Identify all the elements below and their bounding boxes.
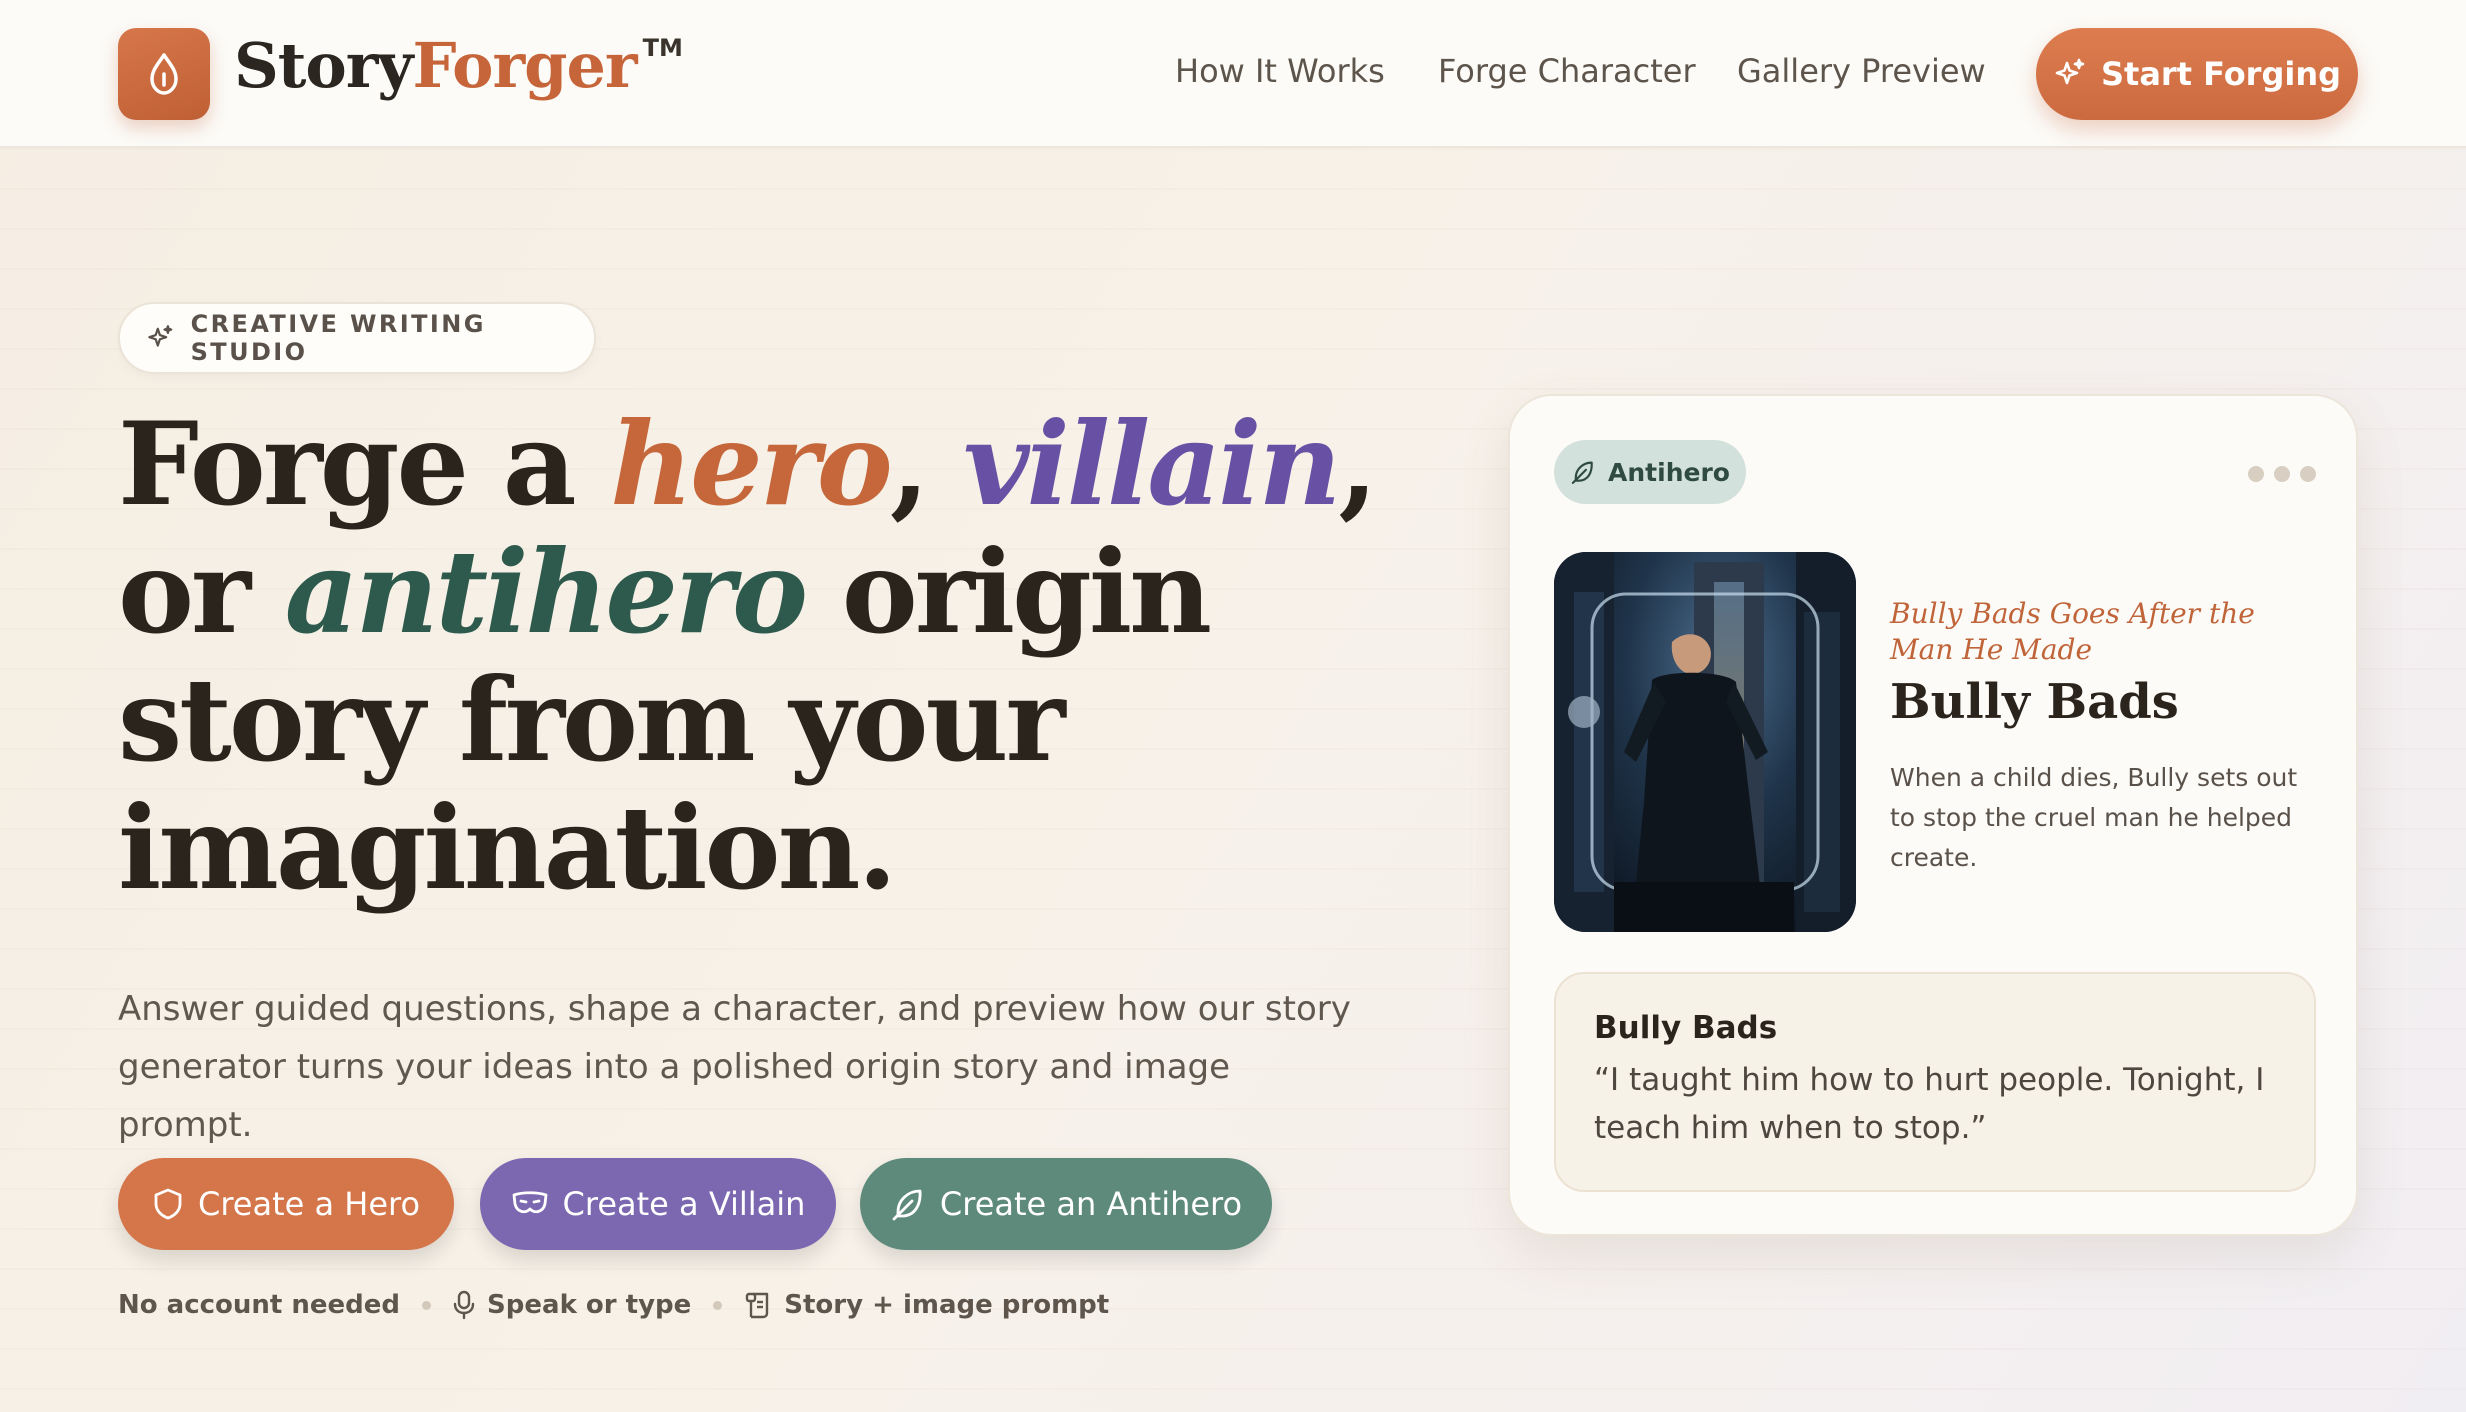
headline-antihero-word: antihero bbox=[284, 525, 808, 659]
story-preview-card: Antihero Bully Bads Goes After the Man H… bbox=[1508, 394, 2358, 1236]
note-speak-or-type: Speak or type bbox=[487, 1290, 692, 1320]
brand-logo[interactable]: StoryForger TM bbox=[118, 28, 683, 120]
feature-notes: No account needed Speak or type Story + … bbox=[118, 1290, 1109, 1320]
create-hero-button[interactable]: Create a Hero bbox=[118, 1158, 454, 1250]
archetype-tag: Antihero bbox=[1554, 440, 1746, 504]
microphone-icon bbox=[453, 1290, 475, 1320]
create-hero-label: Create a Hero bbox=[197, 1185, 421, 1223]
start-forging-button[interactable]: Start Forging bbox=[2036, 28, 2358, 120]
character-image bbox=[1554, 552, 1856, 932]
section-badge: CREATIVE WRITING STUDIO bbox=[118, 302, 596, 374]
page-title: Forge a hero, villain, or antihero origi… bbox=[118, 400, 1398, 912]
headline-separator-2: , bbox=[1338, 397, 1378, 531]
more-options-icon[interactable] bbox=[2248, 466, 2316, 482]
character-quote: Bully Bads “I taught him how to hurt peo… bbox=[1554, 972, 2316, 1192]
shield-icon bbox=[154, 1188, 182, 1220]
story-description: When a child dies, Bully sets out to sto… bbox=[1890, 763, 2298, 872]
sparkles-icon bbox=[148, 325, 173, 347]
feather-icon bbox=[1571, 461, 1593, 484]
nav-how-it-works[interactable]: How It Works bbox=[1175, 52, 1385, 90]
start-forging-label: Start Forging bbox=[2100, 55, 2342, 93]
sparkles-icon bbox=[2055, 58, 2085, 85]
separator-dot bbox=[422, 1300, 432, 1310]
nav-forge-character[interactable]: Forge Character bbox=[1438, 52, 1696, 90]
note-no-account: No account needed bbox=[118, 1290, 401, 1320]
mask-icon bbox=[512, 1191, 547, 1214]
headline-part-2: or bbox=[118, 525, 285, 659]
flame-icon bbox=[118, 28, 210, 120]
create-antihero-label: Create an Antihero bbox=[939, 1185, 1243, 1223]
brand-name-story: Story bbox=[234, 29, 413, 102]
trademark-mark: TM bbox=[642, 34, 683, 62]
scroll-icon bbox=[746, 1292, 769, 1319]
note-story-image-prompt: Story + image prompt bbox=[784, 1290, 1110, 1320]
section-badge-label: CREATIVE WRITING STUDIO bbox=[190, 310, 486, 366]
feather-icon bbox=[892, 1189, 922, 1221]
headline-villain-word: villain bbox=[963, 397, 1341, 531]
create-antihero-button[interactable]: Create an Antihero bbox=[860, 1158, 1272, 1250]
create-villain-button[interactable]: Create a Villain bbox=[480, 1158, 836, 1250]
quote-text: “I taught him how to hurt people. Tonigh… bbox=[1594, 1062, 2265, 1146]
hero-subtitle: Answer guided questions, shape a charact… bbox=[118, 989, 1351, 1145]
headline-separator-1: , bbox=[889, 397, 964, 531]
site-header: StoryForger TM How It Works Forge Charac… bbox=[0, 0, 2466, 148]
quote-speaker: Bully Bads bbox=[1594, 1010, 1778, 1046]
separator-dot bbox=[713, 1300, 723, 1310]
story-title: Bully Bads Goes After the Man He Made bbox=[1890, 597, 2255, 666]
character-name: Bully Bads bbox=[1890, 674, 2179, 730]
headline-hero-word: hero bbox=[610, 397, 893, 531]
headline-part-1: Forge a bbox=[118, 397, 611, 531]
nav-gallery-preview[interactable]: Gallery Preview bbox=[1737, 52, 1986, 90]
create-villain-label: Create a Villain bbox=[562, 1185, 806, 1223]
brand-name-forger: Forger bbox=[412, 29, 637, 102]
brand-name: StoryForger bbox=[234, 29, 638, 102]
archetype-tag-label: Antihero bbox=[1608, 457, 1730, 487]
